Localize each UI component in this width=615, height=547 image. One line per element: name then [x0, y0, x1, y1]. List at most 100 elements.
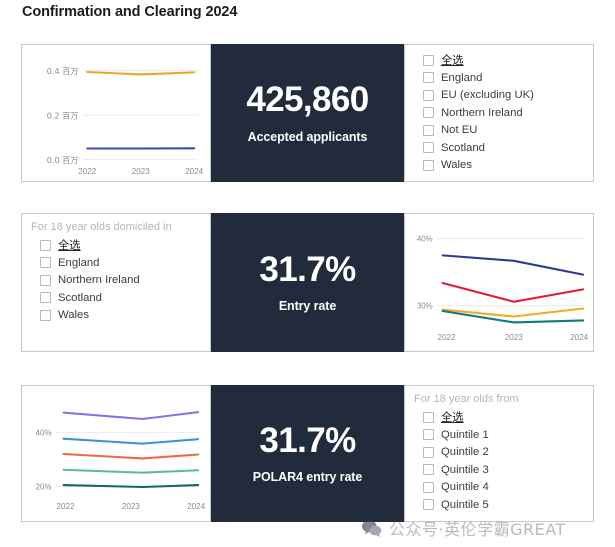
svg-text:2024: 2024 — [185, 167, 204, 176]
kpi-card-accepted-applicants[interactable]: 425,860 Accepted applicants — [211, 44, 404, 182]
filter-panel-body: For 18 year olds domiciled in 全选 England… — [22, 214, 210, 351]
checkbox-icon[interactable] — [423, 72, 434, 84]
checkbox-icon[interactable] — [423, 481, 434, 493]
page-title: Confirmation and Clearing 2024 — [22, 4, 238, 20]
svg-text:30%: 30% — [417, 302, 433, 311]
filter-item-label: 全选 — [441, 55, 464, 68]
filter-panel-domicile-region[interactable]: 全选 England EU (excluding UK) Northern Ir… — [404, 44, 594, 182]
svg-text:40%: 40% — [35, 428, 51, 437]
filter-item-wales[interactable]: Wales — [40, 307, 201, 324]
svg-text:0.0 百万: 0.0 百万 — [47, 155, 79, 165]
svg-text:20%: 20% — [35, 482, 51, 491]
checkbox-icon[interactable] — [40, 309, 51, 321]
kpi-label-entry-rate: Entry rate — [278, 299, 337, 314]
svg-text:2024: 2024 — [187, 502, 206, 511]
checkbox-icon[interactable] — [40, 239, 51, 251]
filter-item-label: Wales — [441, 159, 472, 172]
filter-panel-18-year-olds-from[interactable]: For 18 year olds from 全选 Quintile 1 Quin… — [404, 385, 594, 522]
checkbox-icon[interactable] — [423, 446, 434, 458]
filter-item-england[interactable]: England — [423, 70, 584, 87]
filter-item-label: Quintile 3 — [441, 463, 489, 476]
svg-text:2022: 2022 — [57, 502, 76, 511]
svg-text:40%: 40% — [417, 235, 433, 244]
kpi-inner: 31.7% POLAR4 entry rate — [211, 385, 404, 522]
filter-item-quintile-4[interactable]: Quintile 4 — [423, 479, 584, 496]
filter-item-not-eu[interactable]: Not EU — [423, 122, 584, 139]
svg-text:2022: 2022 — [438, 333, 457, 342]
filter-item-label: England — [441, 71, 483, 84]
filter-item-label: Quintile 1 — [441, 428, 489, 441]
filter-list-domiciled-in: 全选 England Northern Ireland Scotland Wal… — [31, 237, 201, 324]
chart-accepted-applicants-canvas: 0.0 百万 0.2 百万 0.4 百万 2022 2023 2024 — [22, 45, 210, 181]
chart-entry-rate[interactable]: 30% 40% 2022 2023 2024 — [404, 213, 594, 352]
dashboard-row-entry-rate: For 18 year olds domiciled in 全选 England… — [21, 213, 594, 352]
dashboard-row-polar4-entry-rate: 20% 40% 2022 2023 2024 31.7% POLAR4 entr… — [21, 385, 594, 522]
checkbox-icon[interactable] — [40, 257, 51, 269]
checkbox-icon[interactable] — [40, 274, 51, 286]
checkbox-icon[interactable] — [423, 107, 434, 119]
filter-panel-body: For 18 year olds from 全选 Quintile 1 Quin… — [405, 386, 593, 521]
chart-polar4-entry-rate[interactable]: 20% 40% 2022 2023 2024 — [21, 385, 211, 522]
filter-item-label: Scotland — [58, 291, 102, 304]
filter-panel-header: For 18 year olds domiciled in — [31, 221, 172, 233]
filter-item-wales[interactable]: Wales — [423, 157, 584, 174]
checkbox-icon[interactable] — [423, 159, 434, 171]
filter-item-northern-ireland[interactable]: Northern Ireland — [40, 272, 201, 289]
dashboard-row-accepted-applicants: 0.0 百万 0.2 百万 0.4 百万 2022 2023 2024 425,… — [21, 44, 594, 182]
kpi-card-polar4-entry-rate[interactable]: 31.7% POLAR4 entry rate — [211, 385, 404, 522]
kpi-card-entry-rate[interactable]: 31.7% Entry rate — [211, 213, 404, 352]
chart-accepted-applicants-svg: 0.0 百万 0.2 百万 0.4 百万 2022 2023 2024 — [47, 66, 204, 176]
checkbox-icon[interactable] — [40, 292, 51, 304]
checkbox-icon[interactable] — [423, 411, 434, 423]
filter-item-scotland[interactable]: Scotland — [423, 140, 584, 157]
svg-text:2023: 2023 — [505, 333, 524, 342]
filter-panel-body: 全选 England EU (excluding UK) Northern Ir… — [405, 45, 593, 181]
filter-list-quintiles: 全选 Quintile 1 Quintile 2 Quintile 3 Quin… — [414, 409, 584, 513]
filter-item-select-all[interactable]: 全选 — [423, 52, 584, 69]
filter-item-label: Scotland — [441, 141, 485, 154]
filter-item-select-all[interactable]: 全选 — [423, 409, 584, 426]
chart-entry-rate-canvas: 30% 40% 2022 2023 2024 — [405, 214, 593, 351]
filter-panel-header: For 18 year olds from — [414, 393, 519, 405]
svg-text:2022: 2022 — [78, 167, 97, 176]
chart-entry-rate-svg: 30% 40% 2022 2023 2024 — [417, 235, 589, 343]
checkbox-icon[interactable] — [423, 429, 434, 441]
svg-text:0.4 百万: 0.4 百万 — [47, 66, 79, 76]
checkbox-icon[interactable] — [423, 54, 434, 66]
svg-text:2024: 2024 — [570, 333, 589, 342]
filter-item-label: Northern Ireland — [441, 106, 523, 119]
filter-item-quintile-1[interactable]: Quintile 1 — [423, 427, 584, 444]
svg-text:0.2 百万: 0.2 百万 — [47, 110, 79, 120]
filter-item-england[interactable]: England — [40, 255, 201, 272]
kpi-value-entry-rate: 31.7% — [259, 249, 356, 289]
svg-text:2023: 2023 — [122, 502, 141, 511]
filter-item-label: Quintile 5 — [441, 498, 489, 511]
filter-item-quintile-5[interactable]: Quintile 5 — [423, 497, 584, 514]
chart-accepted-applicants[interactable]: 0.0 百万 0.2 百万 0.4 百万 2022 2023 2024 — [21, 44, 211, 182]
filter-panel-18-year-olds-domiciled-in[interactable]: For 18 year olds domiciled in 全选 England… — [21, 213, 211, 352]
filter-item-select-all[interactable]: 全选 — [40, 237, 201, 254]
chart-polar4-entry-rate-canvas: 20% 40% 2022 2023 2024 — [22, 386, 210, 521]
kpi-inner: 31.7% Entry rate — [211, 213, 404, 352]
filter-item-quintile-2[interactable]: Quintile 2 — [423, 444, 584, 461]
checkbox-icon[interactable] — [423, 499, 434, 511]
kpi-value-accepted-applicants: 425,860 — [246, 80, 369, 120]
filter-item-label: EU (excluding UK) — [441, 89, 534, 102]
filter-item-label: England — [58, 256, 100, 269]
kpi-inner: 425,860 Accepted applicants — [211, 44, 404, 182]
filter-item-label: Not EU — [441, 124, 478, 137]
filter-item-label: Quintile 4 — [441, 481, 489, 494]
filter-item-scotland[interactable]: Scotland — [40, 290, 201, 307]
filter-item-northern-ireland[interactable]: Northern Ireland — [423, 105, 584, 122]
filter-item-label: 全选 — [441, 412, 464, 425]
checkbox-icon[interactable] — [423, 142, 434, 154]
filter-item-label: Wales — [58, 309, 89, 322]
chart-polar4-entry-rate-svg: 20% 40% 2022 2023 2024 — [35, 411, 206, 511]
kpi-value-polar4-entry-rate: 31.7% — [259, 420, 356, 460]
checkbox-icon[interactable] — [423, 124, 434, 136]
checkbox-icon[interactable] — [423, 89, 434, 101]
svg-text:2023: 2023 — [132, 167, 151, 176]
filter-item-eu-excluding-uk[interactable]: EU (excluding UK) — [423, 87, 584, 104]
filter-item-quintile-3[interactable]: Quintile 3 — [423, 462, 584, 479]
checkbox-icon[interactable] — [423, 464, 434, 476]
